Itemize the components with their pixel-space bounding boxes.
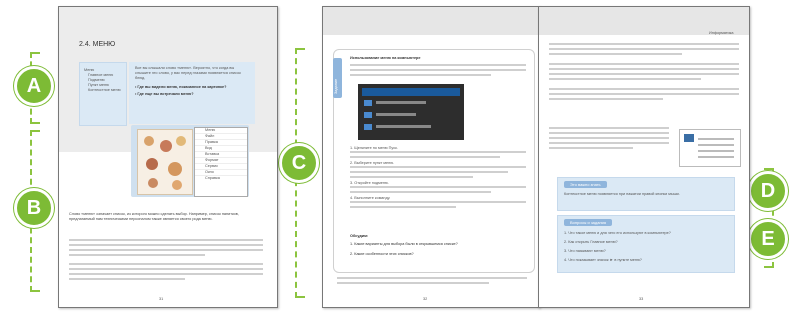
box-d: Это важно знать Контекстное меню появляе…: [557, 177, 735, 211]
steps-list: 1. Щелкните по меню Пуск. 2. Выберите пу…: [350, 146, 526, 211]
computer-menu-image: Меню Файл Правка Вид Вставка Формат Серв…: [194, 127, 248, 197]
question-text: Как открыть Главное меню?: [568, 240, 618, 244]
question-2: • Где еще вы встречали меню?: [135, 92, 194, 96]
left-paragraph: Слово «меню» означает список, из которог…: [69, 212, 239, 221]
side-tab-label: Задание: [334, 78, 338, 94]
page-number-middle: 32: [423, 297, 428, 301]
page-number-left: 31: [159, 297, 164, 301]
question-text: Что показывает значок ► в пункте меню?: [568, 258, 642, 262]
middle-page: Задание Использование меню на компьютере…: [322, 6, 540, 308]
question-item: 4. Что показывает значок ► в пункте меню…: [564, 258, 642, 262]
restaurant-menu-image: [137, 129, 193, 195]
left-page: 2.4. МЕНЮ Меню Главное меню Подменю Пунк…: [58, 6, 278, 308]
middle-bottom-lines: [337, 277, 527, 287]
side-tab: Задание: [333, 58, 342, 98]
page-number-right: 33: [639, 297, 644, 301]
task-text-lines: [350, 64, 526, 79]
badge-a: A: [14, 66, 54, 106]
step-text: Откройте подменю.: [354, 181, 389, 185]
discuss-item: 2. Какие особенности этих списков?: [350, 252, 414, 256]
step-text: Выберите пункт меню.: [354, 161, 395, 165]
badge-d: D: [748, 171, 788, 211]
discuss-text: Какие особенности этих списков?: [354, 252, 414, 256]
page-title: 2.4. МЕНЮ: [79, 41, 116, 48]
badge-e: E: [748, 219, 788, 259]
left-text-lines: [69, 239, 263, 283]
question-item: 1. Что такое меню и для чего его использ…: [564, 231, 671, 235]
intro-box: Все вы слышали слово «меню». Вероятно, ч…: [129, 62, 255, 124]
step-text: Выполните команду.: [354, 196, 391, 200]
discuss-title: Обсудим:: [350, 234, 369, 238]
right-text-block-1: [549, 43, 739, 103]
badge-b: B: [14, 188, 54, 228]
start-menu-screenshot: [358, 84, 464, 140]
badge-c: C: [279, 143, 319, 183]
question-1: • Где вы видели меню, показанное на карт…: [135, 85, 227, 89]
question-item: 3. Что называют меню?: [564, 249, 606, 253]
context-menu-screenshot: [679, 129, 741, 167]
discuss-text: Какие варианты для выбора были в открывш…: [354, 242, 458, 246]
sidebar-box: Меню Главное меню Подменю Пункт меню Кон…: [79, 62, 127, 126]
box-e: Вопросы и задания 1. Что такое меню и дл…: [557, 215, 735, 273]
menu-item: Справка: [205, 176, 220, 180]
question-2-text: Где еще вы встречали меню?: [137, 92, 194, 96]
question-text: Что такое меню и для чего его используют…: [568, 231, 671, 235]
question-item: 2. Как открыть Главное меню?: [564, 240, 618, 244]
task-title: Использование меню на компьютере: [350, 56, 421, 60]
right-text-block-2: [549, 127, 669, 152]
menu-illustration: Меню Файл Правка Вид Вставка Формат Серв…: [131, 125, 249, 197]
question-1-text: Где вы видели меню, показанное на картин…: [137, 85, 227, 89]
box-e-title: Вопросы и задания: [564, 219, 613, 226]
question-text: Что называют меню?: [568, 249, 606, 253]
task-box: Задание Использование меню на компьютере…: [333, 49, 535, 273]
right-page: Информатика Это важно знать Контекстное …: [538, 6, 750, 308]
sidebar-item: Контекстное меню: [88, 88, 121, 92]
box-d-text: Контекстное меню появляется при нажатии …: [564, 192, 680, 196]
step-text: Щелкните по меню Пуск.: [354, 146, 398, 150]
middle-header-band: [323, 7, 539, 35]
box-d-title: Это важно знать: [564, 181, 607, 188]
intro-text: Все вы слышали слово «меню». Вероятно, ч…: [135, 66, 241, 80]
header-right: Информатика: [709, 31, 734, 35]
discuss-item: 1. Какие варианты для выбора были в откр…: [350, 242, 458, 246]
